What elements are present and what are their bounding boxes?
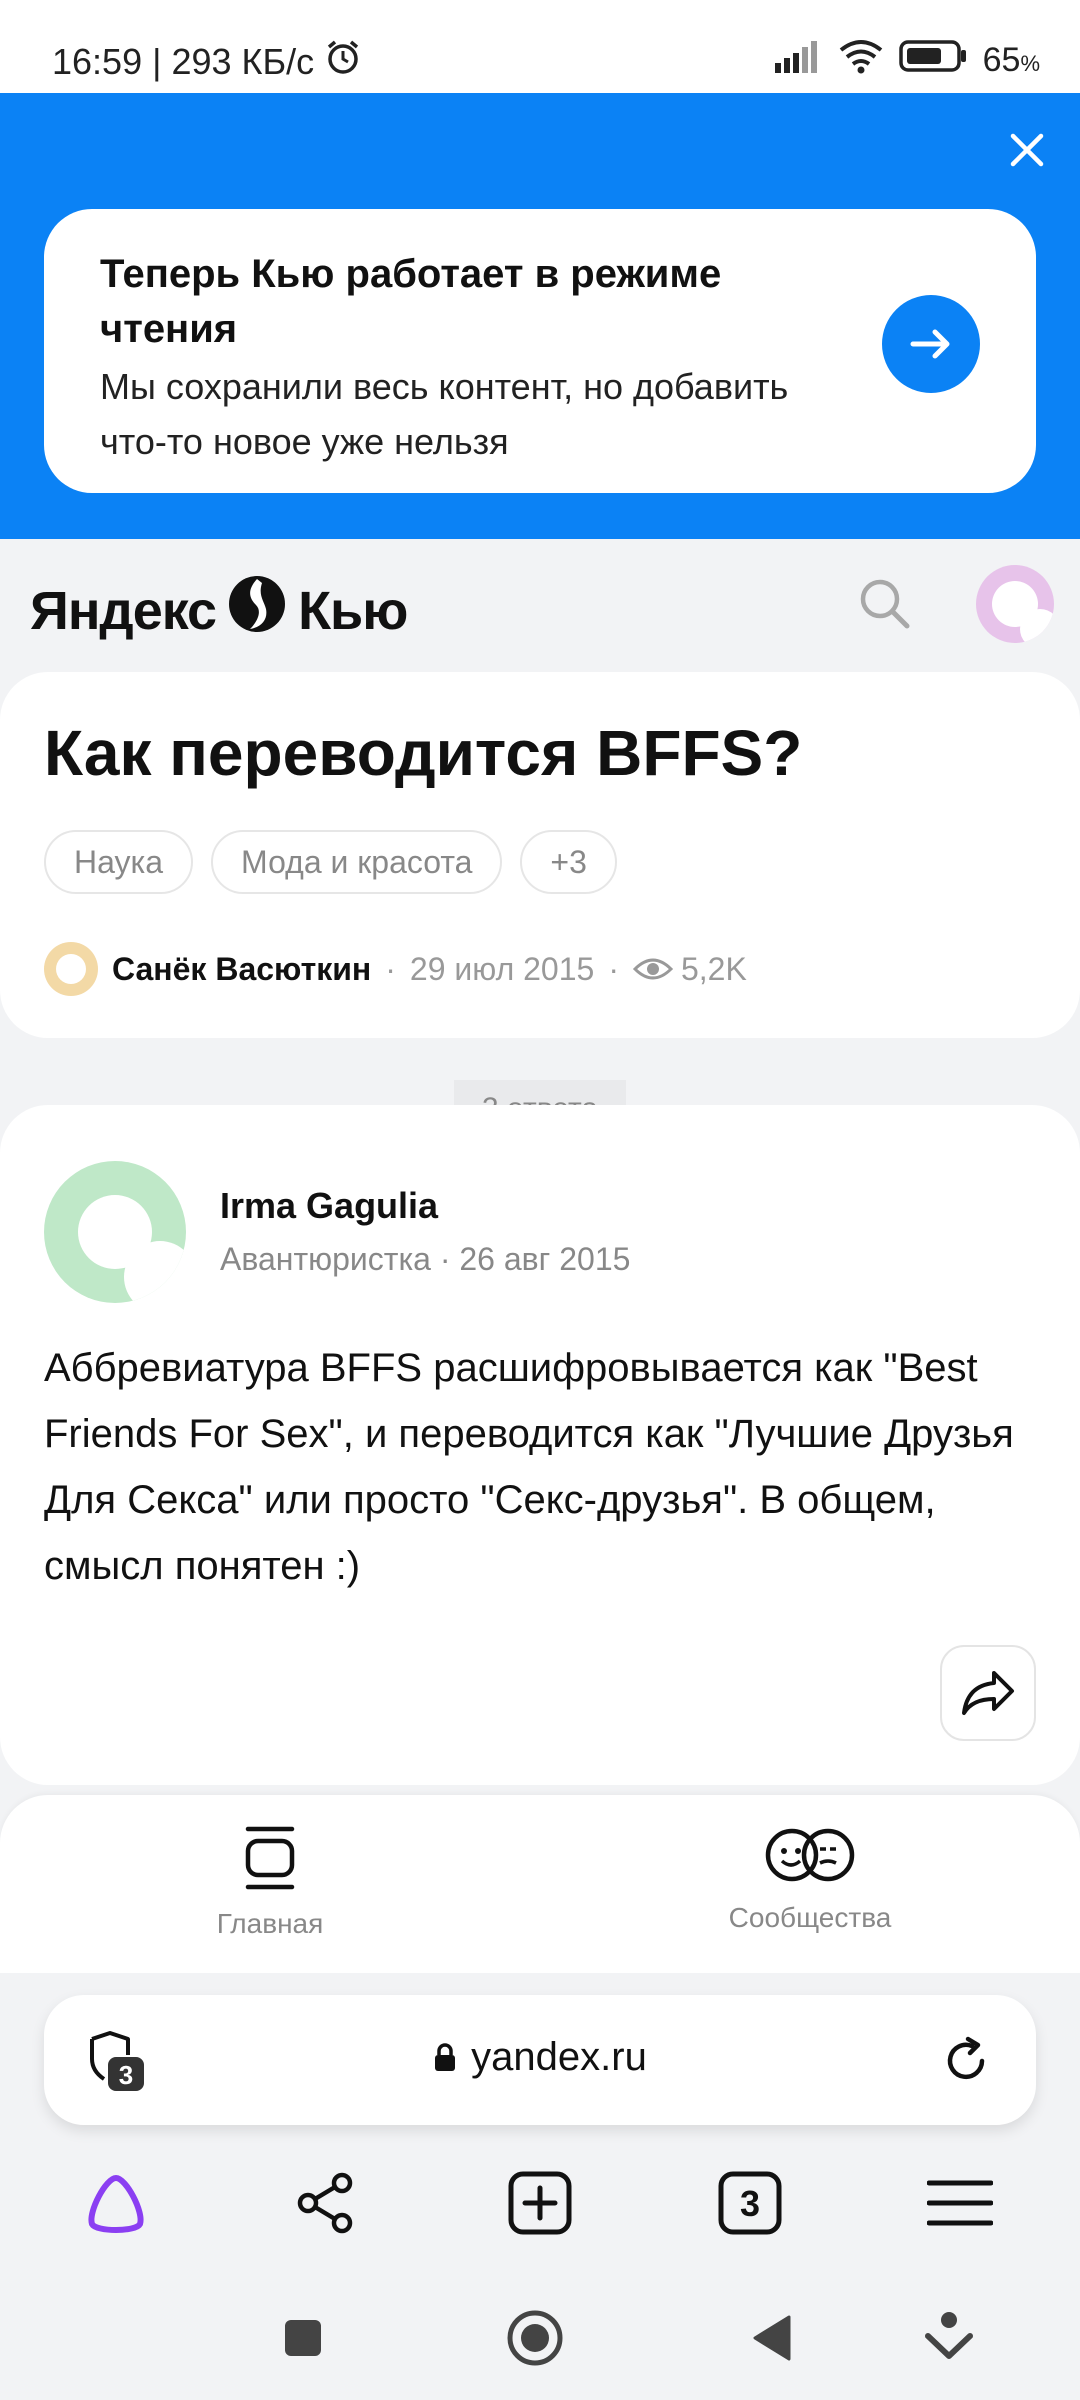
browser-chrome: 3 yandex.ru 3 [0, 1973, 1080, 2273]
eye-icon [632, 958, 673, 980]
banner-card[interactable]: Теперь Кью работает в режиме чтения Мы с… [44, 209, 1036, 493]
communities-icon [765, 1828, 855, 1882]
alice-icon [88, 2175, 144, 2233]
alice-button[interactable] [76, 2163, 156, 2243]
battery-icon [898, 38, 969, 83]
plus-square-icon [508, 2171, 572, 2235]
battery-percent: 65% [982, 41, 1040, 79]
tabs-count: 3 [740, 2183, 760, 2224]
url-bar[interactable]: 3 yandex.ru [44, 1995, 1036, 2125]
system-nav-bar [0, 2273, 1080, 2400]
separator-dot: · [385, 950, 396, 987]
more-tags-chip[interactable]: +3 [520, 830, 617, 894]
home-icon [245, 1826, 295, 1890]
close-banner-button[interactable] [1000, 123, 1054, 177]
back-button[interactable] [736, 2303, 806, 2373]
status-bar: 16:59 | 293 КБ/с 65% [0, 0, 1080, 93]
question-date: 29 июл 2015 [409, 950, 595, 987]
answer-author-name[interactable]: Irma Gagulia [220, 1185, 438, 1227]
read-only-banner: Теперь Кью работает в режиме чтения Мы с… [0, 93, 1080, 539]
question-card: Как переводится BFFS? Наука Мода и красо… [0, 672, 1080, 1038]
nav-item-communities[interactable]: Сообщества [660, 1825, 960, 1934]
banner-text: Мы сохранили весь контент, но добавить ч… [100, 366, 789, 462]
url-display[interactable]: yandex.ru [44, 2035, 1036, 2080]
download-arrow-icon [925, 2312, 973, 2359]
search-icon [860, 579, 910, 629]
alarm-icon [324, 38, 362, 85]
views-count: 5,2K [680, 950, 747, 987]
views-counter: 5,2K [632, 950, 747, 988]
reload-icon [947, 2036, 985, 2080]
status-time-speed: 16:59 | 293 КБ/с [52, 40, 315, 82]
share-button[interactable] [940, 1645, 1036, 1741]
back-triangle-icon [753, 2315, 791, 2361]
close-icon [1010, 133, 1044, 167]
reload-button[interactable] [936, 2031, 996, 2091]
separator-dot: · [608, 950, 619, 987]
q-logo-icon [228, 575, 286, 646]
hamburger-menu-icon [927, 2180, 993, 2226]
share-page-button[interactable] [286, 2163, 366, 2243]
tag-chip[interactable]: Наука [44, 830, 194, 894]
lock-icon [435, 2042, 456, 2071]
new-tab-button[interactable] [500, 2163, 580, 2243]
user-avatar-button[interactable] [976, 565, 1054, 643]
square-icon [285, 2320, 321, 2356]
url-text: yandex.ru [471, 2035, 647, 2079]
site-header: Яндекс Кью [0, 539, 1080, 674]
avatar-notch [1020, 609, 1054, 643]
status-left: 16:59 | 293 КБ/с [52, 38, 362, 85]
banner-arrow-button[interactable] [882, 295, 980, 393]
logo-text-left: Яндекс [30, 580, 217, 641]
question-meta: Санёк Васюткин · 29 июл 2015 · 5,2K [44, 942, 747, 996]
tabs-count-icon: 3 [718, 2171, 782, 2235]
answer-text: Аббревиатура BFFS расшифровывается как "… [44, 1346, 1014, 1588]
answer-date: 26 авг 2015 [459, 1241, 631, 1277]
question-author[interactable]: Санёк Васюткин [112, 951, 371, 988]
site-bottom-nav: Главная Сообщества [0, 1795, 1080, 1973]
logo-text-right: Кью [298, 580, 408, 641]
answer-author-meta: Авантюристка · 26 авг 2015 [220, 1241, 630, 1278]
tabs-button[interactable]: 3 [710, 2163, 790, 2243]
nav-label-home: Главная [216, 1908, 324, 1939]
hide-keyboard-button[interactable] [914, 2303, 984, 2373]
question-title: Как переводится BFFS? [44, 717, 803, 789]
wifi-icon [837, 38, 885, 83]
nav-label-communities: Сообщества [728, 1902, 892, 1933]
home-system-button[interactable] [500, 2303, 570, 2373]
separator-dot: · [439, 1241, 460, 1277]
browser-toolbar: 3 [0, 2163, 1080, 2263]
share-arrow-icon [962, 1671, 1014, 1715]
arrow-right-icon [910, 329, 950, 359]
banner-title: Теперь Кью работает в режиме чтения [100, 252, 722, 351]
tag-chip[interactable]: Мода и красота [211, 830, 503, 894]
question-author-avatar[interactable] [44, 942, 98, 996]
yandex-q-logo[interactable]: Яндекс Кью [30, 575, 408, 646]
status-right: 65% [773, 38, 1040, 83]
question-tags: Наука Мода и красота +3 [44, 830, 617, 894]
browser-menu-button[interactable] [920, 2163, 1000, 2243]
circle-home-icon [507, 2310, 563, 2366]
recents-button[interactable] [268, 2303, 338, 2373]
answer-author-role: Авантюристка [220, 1241, 431, 1277]
answer-card: Irma Gagulia Авантюристка · 26 авг 2015 … [0, 1105, 1080, 1785]
share-icon [297, 2172, 353, 2234]
signal-icon [773, 39, 823, 82]
nav-item-home[interactable]: Главная [120, 1825, 420, 1940]
answer-author-avatar[interactable] [44, 1161, 186, 1303]
search-button[interactable] [850, 569, 920, 639]
